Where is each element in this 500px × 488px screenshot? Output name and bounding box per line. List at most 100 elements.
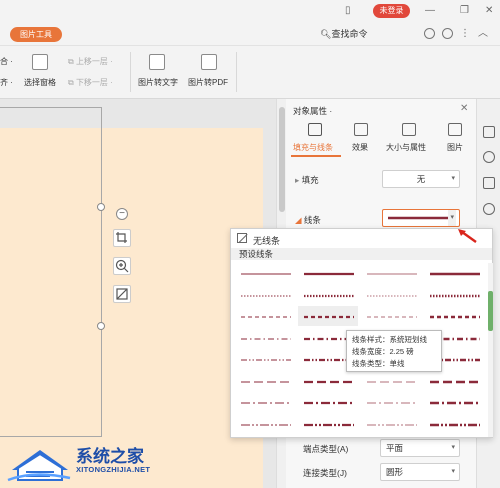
- line-style-preview: [241, 273, 291, 275]
- line-style-option[interactable]: [235, 392, 295, 412]
- join-type-select[interactable]: 圆形 ▾: [380, 463, 460, 481]
- more-icon[interactable]: ⋮: [460, 27, 470, 41]
- fill-section-toggle[interactable]: ▸ 填充: [295, 174, 319, 186]
- image-to-pdf-button[interactable]: 图片转PDF: [188, 77, 228, 88]
- line-style-preview: [430, 272, 480, 276]
- tab-picture[interactable]: 图片: [447, 142, 463, 153]
- selected-image-frame[interactable]: [0, 107, 102, 437]
- combine-dropdown[interactable]: 合 ·: [0, 56, 13, 67]
- line-style-preview: [304, 272, 354, 276]
- search-command[interactable]: 🔍︎查找命令: [320, 27, 367, 41]
- cap-type-label: 端点类型(A): [303, 444, 349, 454]
- chevron-down-icon: ▾: [451, 175, 455, 182]
- scrollbar-thumb[interactable]: [279, 107, 285, 212]
- line-style-preview: [241, 295, 291, 296]
- line-style-option[interactable]: [298, 263, 358, 283]
- line-style-option[interactable]: [235, 328, 295, 348]
- align-dropdown[interactable]: 齐 ·: [0, 77, 13, 88]
- ribbon-tab-row: 图片工具 🔍︎查找命令 ⋮ ︿: [0, 22, 500, 46]
- line-style-option[interactable]: [361, 285, 421, 305]
- line-style-option[interactable]: [235, 349, 295, 369]
- ribbon-divider: [130, 52, 131, 92]
- close-icon[interactable]: ✕: [460, 103, 468, 114]
- line-style-option[interactable]: [361, 414, 421, 434]
- zoom-in-icon[interactable]: [113, 257, 131, 275]
- line-style-option[interactable]: [424, 392, 484, 412]
- line-style-select[interactable]: ▾: [382, 209, 460, 227]
- line-style-option[interactable]: [235, 263, 295, 283]
- settings-icon[interactable]: [483, 203, 495, 215]
- line-style-preview: [241, 338, 291, 339]
- archive-icon[interactable]: [483, 177, 495, 189]
- size-icon: [402, 123, 416, 136]
- line-style-preview: [367, 294, 417, 297]
- login-button[interactable]: 未登录: [373, 4, 410, 18]
- line-style-option[interactable]: [235, 306, 295, 326]
- close-button[interactable]: ✕: [485, 4, 493, 18]
- image-to-text-button[interactable]: 图片转文字: [138, 77, 178, 88]
- title-bar: ▯ 未登录 — ❐ ✕: [0, 0, 500, 22]
- line-style-preview: [430, 401, 480, 405]
- red-arrow-icon: [458, 229, 477, 243]
- help-icon[interactable]: [424, 28, 435, 39]
- minimize-button[interactable]: —: [425, 4, 435, 18]
- properties-icon[interactable]: [483, 126, 495, 138]
- line-style-option[interactable]: [298, 392, 358, 412]
- line-style-option[interactable]: [235, 414, 295, 434]
- line-style-option[interactable]: [424, 414, 484, 434]
- line-style-option[interactable]: [361, 371, 421, 391]
- reading-mode-icon[interactable]: ▯: [345, 4, 351, 18]
- tooltip-style: 线条样式：系统短划线: [352, 335, 427, 344]
- tab-size-and-properties[interactable]: 大小与属性: [386, 142, 426, 153]
- dropdown-scrollbar[interactable]: [488, 263, 493, 437]
- cap-type-select[interactable]: 平面 ▾: [380, 439, 460, 457]
- line-style-option[interactable]: [298, 414, 358, 434]
- line-style-option[interactable]: [298, 285, 358, 305]
- line-style-option[interactable]: [361, 392, 421, 412]
- line-style-option[interactable]: [298, 371, 358, 391]
- share-icon[interactable]: [483, 151, 495, 163]
- line-style-option[interactable]: [361, 306, 421, 326]
- line-style-option[interactable]: [235, 285, 295, 305]
- chevron-down-icon: ▾: [451, 468, 455, 475]
- line-style-preview: [241, 424, 291, 425]
- line-style-option[interactable]: [424, 285, 484, 305]
- fill-select[interactable]: 无 ▾: [382, 170, 460, 188]
- image-frame-icon[interactable]: [113, 285, 131, 303]
- crop-icon[interactable]: [113, 229, 131, 247]
- line-style-option[interactable]: [298, 306, 358, 326]
- watermark-url: XITONGZHIJIA.NET: [76, 465, 151, 474]
- line-style-preview: [304, 401, 354, 405]
- scrollbar-thumb[interactable]: [488, 291, 493, 331]
- image-to-pdf-icon: [201, 54, 217, 70]
- tab-effects[interactable]: 效果: [352, 142, 368, 153]
- chevron-down-icon: ◢: [295, 215, 304, 225]
- resize-handle[interactable]: [97, 203, 105, 211]
- tooltip-type: 线条类型：单线: [352, 359, 405, 368]
- resize-handle[interactable]: [97, 322, 105, 330]
- line-section-toggle[interactable]: ◢ 线条: [295, 214, 321, 226]
- selection-pane-button[interactable]: 选择窗格: [24, 77, 56, 88]
- tab-picture-tools[interactable]: 图片工具: [10, 27, 62, 42]
- line-style-option[interactable]: [424, 263, 484, 283]
- send-backward-button[interactable]: ⧉ 下移一层 ·: [68, 77, 113, 88]
- bring-forward-button[interactable]: ⧉ 上移一层 ·: [68, 56, 113, 67]
- effects-icon: [354, 123, 368, 136]
- selection-pane-icon: [32, 54, 48, 70]
- line-style-option[interactable]: [424, 371, 484, 391]
- settings-icon[interactable]: [442, 28, 453, 39]
- chevron-down-icon: ▾: [451, 444, 455, 451]
- panel-title[interactable]: 对象属性 ·: [293, 105, 332, 117]
- line-style-preview: [241, 402, 291, 404]
- line-style-option[interactable]: [361, 263, 421, 283]
- tab-fill-and-line[interactable]: 填充与线条: [293, 142, 333, 153]
- line-style-tooltip: 线条样式：系统短划线 线条宽度：2.25 磅 线条类型：单线: [346, 330, 442, 372]
- chevron-right-icon: ▸: [295, 175, 302, 185]
- zoom-out-icon[interactable]: −: [116, 208, 128, 220]
- collapse-ribbon-icon[interactable]: ︿: [478, 27, 488, 41]
- line-style-option[interactable]: [424, 306, 484, 326]
- restore-button[interactable]: ❐: [460, 4, 469, 18]
- line-style-option[interactable]: [235, 371, 295, 391]
- line-style-preview: [430, 423, 480, 426]
- no-line-option[interactable]: 无线条: [253, 234, 280, 247]
